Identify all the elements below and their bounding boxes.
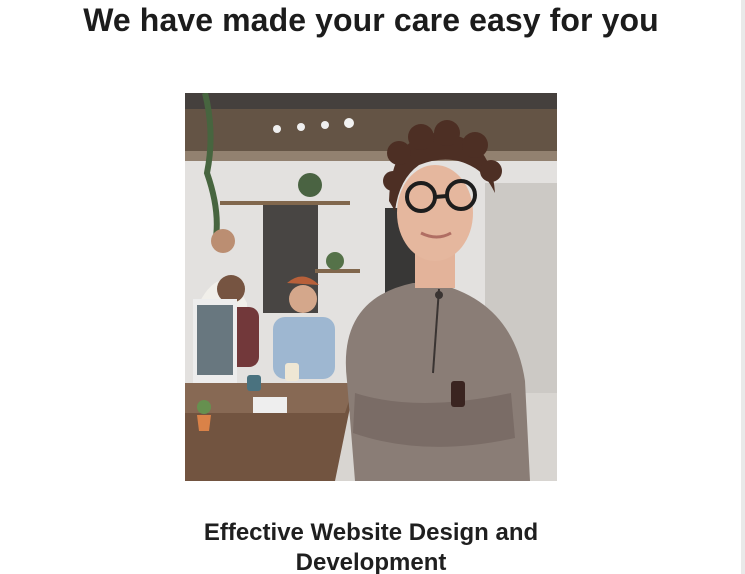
page-heading: We have made your care easy for you: [83, 2, 659, 38]
page: We have made your care easy for you Effe…: [0, 0, 745, 574]
feature-title: Effective Website Design and Development: [0, 518, 742, 574]
feature-title-line1: Effective Website Design and: [203, 519, 539, 546]
scrollbar[interactable]: [741, 0, 745, 574]
feature-title-line2: Development: [295, 549, 447, 574]
team-photo: [185, 93, 557, 481]
office-image: [185, 93, 557, 481]
